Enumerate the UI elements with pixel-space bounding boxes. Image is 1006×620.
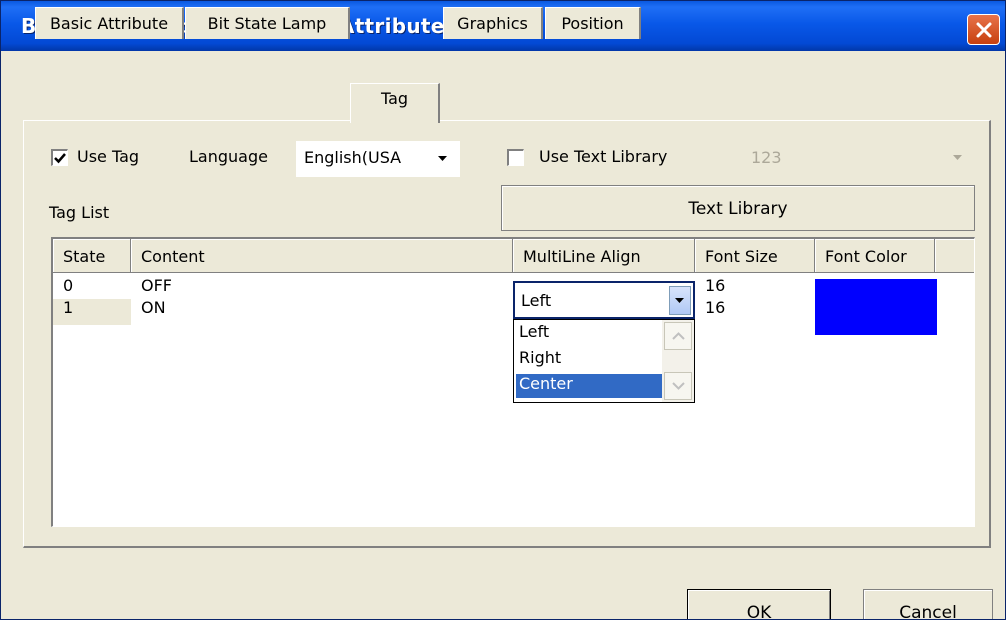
- tab-tag[interactable]: Tag: [350, 83, 440, 123]
- chevron-down-icon: [672, 382, 685, 390]
- chevron-down-icon: [438, 156, 447, 161]
- close-icon: [976, 22, 992, 38]
- checkmark-icon: [54, 153, 66, 164]
- multiline-align-options: Left Right Center: [513, 319, 695, 403]
- column-header-font-color[interactable]: Font Color: [815, 239, 935, 273]
- font-size-cell: 16: [705, 298, 726, 317]
- tab-graphics[interactable]: Graphics: [443, 7, 543, 39]
- use-text-library-label: Use Text Library: [539, 147, 668, 166]
- use-tag-checkbox[interactable]: [51, 149, 68, 166]
- tab-basic-attribute[interactable]: Basic Attribute: [35, 7, 184, 39]
- state-cell: 1: [63, 298, 74, 317]
- close-button[interactable]: [967, 14, 1000, 45]
- tag-list-label: Tag List: [49, 203, 110, 222]
- option-center[interactable]: Center: [516, 374, 662, 398]
- state-cell: 0: [63, 276, 74, 295]
- chevron-up-icon: [672, 332, 685, 340]
- cancel-button[interactable]: Cancel: [863, 589, 993, 619]
- dropdown-button[interactable]: [669, 286, 691, 315]
- column-header-multiline-align[interactable]: MultiLine Align: [513, 239, 695, 273]
- text-library-select[interactable]: 123: [741, 141, 975, 175]
- chevron-down-icon: [953, 155, 962, 160]
- column-header-font-size[interactable]: Font Size: [695, 239, 815, 273]
- dialog-window: Bit State Lamp Component Attribute Basic…: [0, 0, 1006, 620]
- ok-button[interactable]: OK: [687, 589, 831, 619]
- column-header-state[interactable]: State: [53, 239, 131, 273]
- multiline-align-select[interactable]: Left: [513, 281, 695, 319]
- option-right[interactable]: Right: [516, 348, 662, 372]
- use-text-library-checkbox[interactable]: [507, 149, 524, 166]
- scroll-up-button[interactable]: [664, 322, 692, 350]
- language-label: Language: [189, 147, 268, 166]
- content-cell: ON: [141, 298, 166, 317]
- tab-bit-state-lamp[interactable]: Bit State Lamp: [185, 7, 350, 39]
- tab-position[interactable]: Position: [545, 7, 641, 39]
- content-cell: OFF: [141, 276, 172, 295]
- chevron-down-icon: [675, 298, 684, 303]
- use-tag-label: Use Tag: [77, 147, 140, 166]
- text-library-button[interactable]: Text Library: [501, 185, 975, 231]
- scrollbar[interactable]: [662, 320, 694, 402]
- option-left[interactable]: Left: [516, 322, 662, 346]
- font-color-swatch[interactable]: [815, 279, 937, 335]
- column-header-content[interactable]: Content: [131, 239, 513, 273]
- column-header-filler: [935, 239, 974, 273]
- font-size-cell: 16: [705, 276, 726, 295]
- scroll-down-button[interactable]: [664, 372, 692, 400]
- language-select[interactable]: English(USA: [296, 141, 460, 177]
